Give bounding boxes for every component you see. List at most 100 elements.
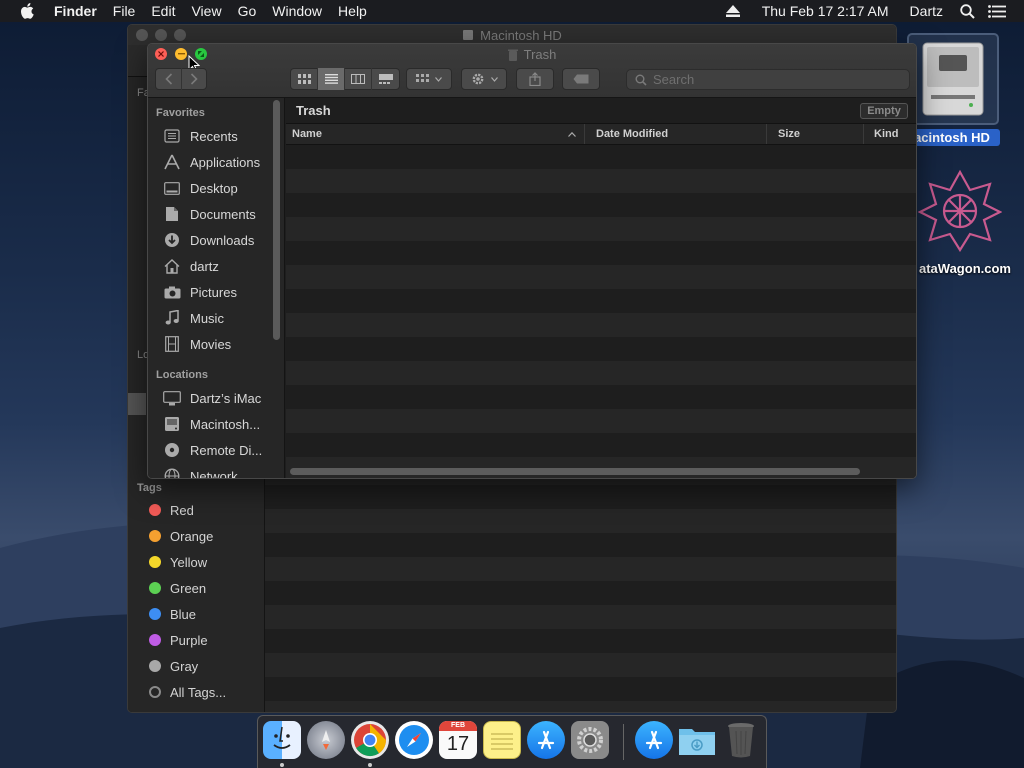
trash-window-titlebar[interactable]: Trash [148,47,916,62]
dock-calendar[interactable]: FEB 17 [439,721,477,759]
grid-icon [297,74,311,84]
sidebar-item-downloads[interactable]: Downloads [162,227,280,253]
sidebar-item-macintosh-hd[interactable]: Macintosh... [162,411,280,437]
column-header-kind[interactable]: Kind [864,124,916,144]
dock-app-store-download[interactable] [635,721,673,759]
tag-green[interactable]: Green [137,575,206,601]
camera-icon [162,283,182,301]
menu-finder[interactable]: Finder [50,0,105,22]
finder-window-trash[interactable]: Trash Search Favorites Recents Applicati… [147,43,917,479]
sidebar-item-music[interactable]: Music [162,305,280,331]
downloads-icon [162,231,182,249]
search-input[interactable] [653,72,893,87]
file-list-area: Trash Empty Name Date Modified Size Kind [286,98,916,478]
sidebar-item-home[interactable]: dartz [162,253,280,279]
documents-icon [162,205,182,223]
empty-trash-button[interactable]: Empty [860,103,908,119]
column-view-button[interactable] [345,68,372,90]
horizontal-scrollbar[interactable] [290,468,860,475]
tag-dot-gray [149,660,161,672]
dock-trash[interactable] [722,721,760,759]
apple-menu-icon[interactable] [20,3,36,19]
back-window-titlebar[interactable]: Macintosh HD [128,25,896,45]
tag-label: Red [170,502,194,518]
share-button[interactable] [516,68,554,90]
back-minimize-button[interactable] [155,29,167,41]
gallery-view-button[interactable] [372,68,399,90]
back-zoom-button[interactable] [174,29,186,41]
list-view-button[interactable] [318,68,345,90]
tag-orange[interactable]: Orange [137,523,213,549]
tag-all-tags[interactable]: All Tags... [137,679,226,705]
sidebar-item-label: Pictures [190,284,237,300]
sidebar-item-remote-disc[interactable]: Remote Di... [162,437,280,463]
hard-drive-icon [162,415,182,433]
sidebar-item-movies[interactable]: Movies [162,331,280,357]
dock-safari[interactable] [395,721,433,759]
menu-file[interactable]: File [105,0,144,22]
sidebar-item-network[interactable]: Network [162,463,280,478]
sidebar-item-imac[interactable]: Dartz’s iMac [162,385,280,411]
calendar-day: 17 [446,733,470,755]
menu-edit[interactable]: Edit [143,0,183,22]
hard-drive-desktop-icon [922,42,984,116]
sidebar-item-recents[interactable]: Recents [162,123,280,149]
desktop-hd-label[interactable]: acintosh HD [904,129,1000,146]
home-icon [162,257,182,275]
tag-gray[interactable]: Gray [137,653,198,679]
search-field[interactable] [626,69,910,90]
sidebar-item-applications[interactable]: Applications [162,149,280,175]
tag-label: Gray [170,658,199,674]
sidebar-item-desktop[interactable]: Desktop [162,175,280,201]
calendar-month: FEB [439,721,477,731]
tag-icon [573,74,589,84]
tag-dot-green [149,582,161,594]
gear-icon [472,73,483,85]
dock-app-store[interactable] [527,721,565,759]
back-button[interactable] [156,73,181,85]
notification-center-icon[interactable] [982,0,1012,22]
spotlight-search-icon[interactable] [952,0,982,22]
edit-tags-button[interactable] [562,68,600,90]
menu-bar: Finder File Edit View Go Window Help Thu… [0,0,1024,22]
dock-launchpad[interactable] [307,721,345,759]
dock-notes[interactable] [483,721,521,759]
menu-window[interactable]: Window [264,0,330,22]
column-header-size[interactable]: Size [767,124,864,144]
menu-go[interactable]: Go [230,0,265,22]
trash-window-toolbar: Trash [148,44,916,98]
sidebar-item-label: Applications [190,154,261,170]
menu-view[interactable]: View [183,0,229,22]
tag-red[interactable]: Red [137,497,194,523]
group-by-button[interactable] [406,68,452,90]
sidebar-scrollbar[interactable] [273,100,280,340]
tag-purple[interactable]: Purple [137,627,208,653]
dock-system-preferences[interactable] [571,721,609,759]
tag-yellow[interactable]: Yellow [137,549,207,575]
desktop-hd-selection[interactable] [907,33,999,125]
dock-finder[interactable] [263,721,301,759]
column-header-name[interactable]: Name [286,124,585,144]
icon-view-button[interactable] [291,68,318,90]
datawagon-logo-icon[interactable] [918,168,1002,252]
action-menu-button[interactable] [461,68,507,90]
menu-help[interactable]: Help [330,0,375,22]
tag-blue[interactable]: Blue [137,601,196,627]
column-header-date-modified[interactable]: Date Modified [585,124,767,144]
sidebar-item-pictures[interactable]: Pictures [162,279,280,305]
dock-chrome[interactable] [351,721,389,759]
sidebar-item-documents[interactable]: Documents [162,201,280,227]
tags-header: Tags [137,482,162,494]
forward-button[interactable] [182,73,206,85]
chevron-down-icon [435,76,442,82]
back-close-button[interactable] [136,29,148,41]
back-selected-item[interactable] [128,393,146,415]
eject-icon[interactable] [718,0,748,22]
sidebar: Favorites Recents Applications Desktop D… [148,98,285,478]
menu-clock[interactable]: Thu Feb 17 2:17 AM [748,0,898,22]
trash-window-title: Trash [523,47,557,62]
dock-downloads-folder[interactable] [678,721,716,759]
menu-user[interactable]: Dartz [898,0,952,22]
hard-drive-small-icon [462,29,474,41]
desktop-datawagon-label[interactable]: ataWagon.com [906,261,1024,276]
